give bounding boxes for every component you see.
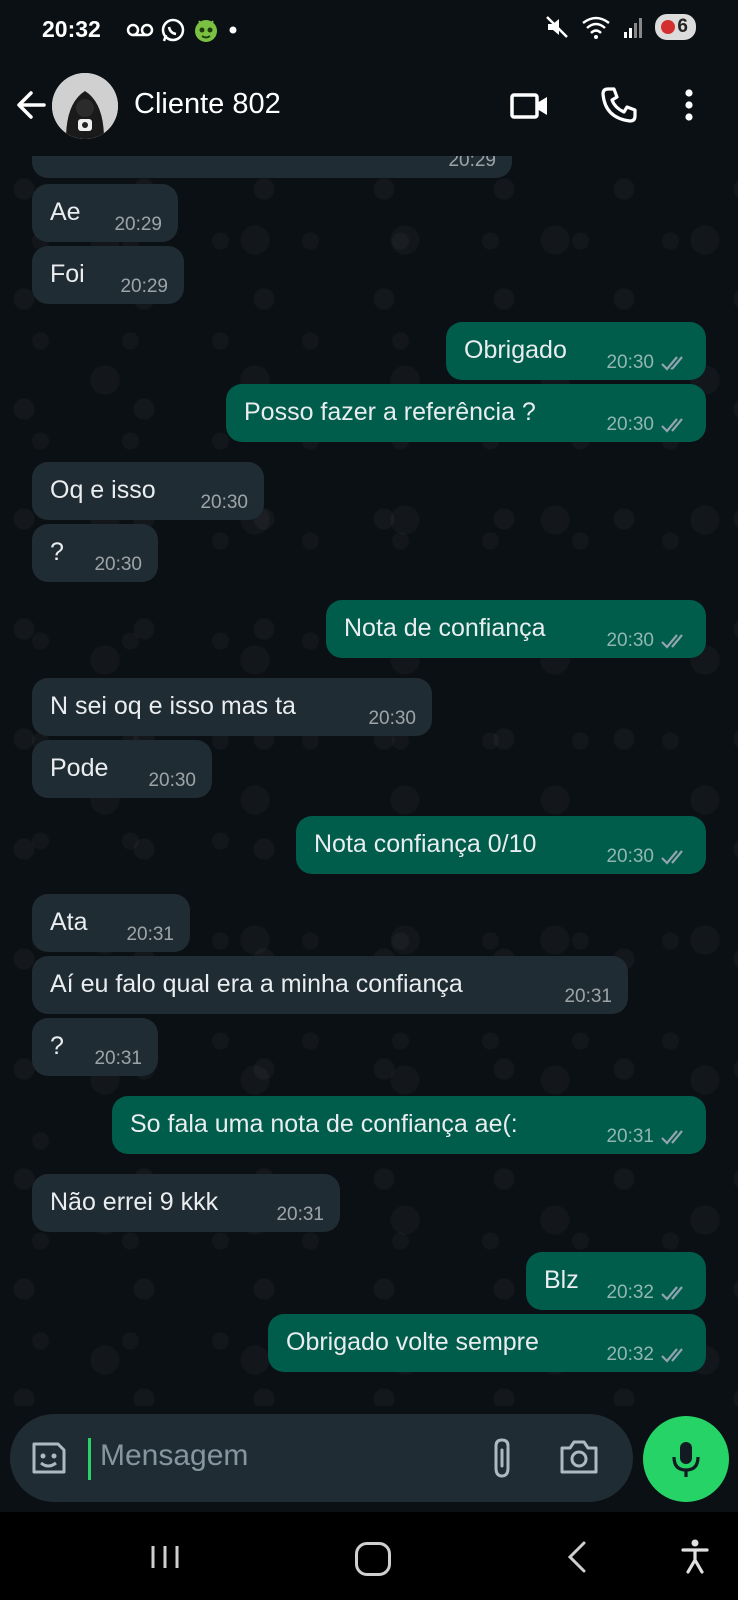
- home-icon[interactable]: [355, 1542, 391, 1576]
- message-bubble-outgoing[interactable]: So fala uma nota de confiança ae(: 20:31: [112, 1096, 706, 1154]
- message-bubble-incoming[interactable]: ? 20:30: [32, 524, 158, 582]
- message-time: 20:30: [606, 414, 654, 435]
- attachment-clip-icon[interactable]: [488, 1436, 518, 1485]
- mute-icon: [546, 16, 569, 38]
- message-time: 20:31: [606, 1126, 654, 1147]
- battery-indicator: 6: [655, 14, 696, 40]
- camera-icon[interactable]: [558, 1438, 600, 1481]
- message-bubble-incoming[interactable]: Pode 20:30: [32, 740, 212, 798]
- message-bubble-outgoing[interactable]: Nota confiança 0/10 20:30: [296, 816, 706, 874]
- message-input[interactable]: Mensagem: [100, 1439, 248, 1473]
- message-bubble-incoming[interactable]: Foi 20:29: [32, 246, 184, 304]
- video-call-icon[interactable]: [510, 90, 550, 127]
- message-bubble-outgoing[interactable]: Obrigado volte sempre 20:32: [268, 1314, 706, 1372]
- message-bubble-incoming[interactable]: Ae 20:29: [32, 184, 178, 242]
- read-ticks-icon: [661, 417, 683, 433]
- voice-record-button[interactable]: [643, 1416, 729, 1502]
- accessibility-icon[interactable]: [680, 1538, 710, 1579]
- message-time: 20:30: [606, 846, 654, 867]
- message-bubble-incoming[interactable]: Ata 20:31: [32, 894, 190, 952]
- message-list[interactable]: 20:29 Ae 20:29 Foi 20:29 Obrigado 20:30 …: [0, 156, 738, 1406]
- message-text: ?: [50, 1032, 64, 1060]
- message-text: Foi: [50, 260, 85, 288]
- message-time: 20:31: [564, 986, 612, 1007]
- wifi-icon: [582, 16, 611, 39]
- message-time: 20:30: [368, 708, 416, 729]
- message-text: Obrigado volte sempre: [286, 1328, 539, 1356]
- message-bubble-incoming[interactable]: Não errei 9 kkk 20:31: [32, 1174, 340, 1232]
- read-ticks-icon: [661, 1285, 683, 1301]
- avatar[interactable]: [52, 73, 118, 139]
- read-ticks-icon: [661, 1347, 683, 1363]
- message-text: Obrigado: [464, 336, 567, 364]
- read-ticks-icon: [661, 1129, 683, 1145]
- chat-header: Cliente 802: [0, 60, 738, 156]
- microphone-icon: [672, 1442, 700, 1477]
- message-time: 20:30: [606, 630, 654, 651]
- message-text: Oq e isso: [50, 476, 156, 504]
- battery-level: 6: [677, 16, 688, 37]
- message-time: 20:31: [126, 924, 174, 945]
- message-text: Ata: [50, 908, 88, 936]
- contact-name[interactable]: Cliente 802: [134, 88, 281, 121]
- message-time: 20:30: [148, 770, 196, 791]
- battery-saver-icon: [661, 20, 676, 34]
- message-text: So fala uma nota de confiança ae(:: [130, 1110, 518, 1138]
- message-text: N sei oq e isso mas ta: [50, 692, 296, 720]
- message-bubble-incoming[interactable]: ? 20:31: [32, 1018, 158, 1076]
- more-options-icon[interactable]: [684, 88, 694, 127]
- message-time: 20:31: [94, 1048, 142, 1069]
- read-ticks-icon: [661, 849, 683, 865]
- system-back-icon[interactable]: [566, 1540, 588, 1579]
- message-bubble-incoming[interactable]: Aí eu falo qual era a minha confiança 20…: [32, 956, 628, 1014]
- message-time: 20:32: [606, 1282, 654, 1303]
- text-cursor: [88, 1438, 91, 1480]
- message-bubble-outgoing[interactable]: Nota de confiança 20:30: [326, 600, 706, 658]
- message-text: Nota confiança 0/10: [314, 830, 537, 858]
- message-time: 20:30: [606, 352, 654, 373]
- message-text: ?: [50, 538, 64, 566]
- alien-icon: [195, 20, 217, 42]
- message-time: 20:31: [276, 1204, 324, 1225]
- signal-icon: [624, 18, 643, 38]
- read-ticks-icon: [661, 355, 683, 371]
- dot-icon: [229, 26, 237, 34]
- message-bubble-incoming[interactable]: 20:29: [32, 156, 512, 178]
- message-text: Posso fazer a referência ?: [244, 398, 536, 426]
- back-arrow-icon[interactable]: [14, 88, 48, 127]
- status-time: 20:32: [42, 16, 101, 42]
- voicemail-icon: [126, 23, 154, 37]
- voice-call-icon[interactable]: [600, 86, 638, 129]
- message-text: Não errei 9 kkk: [50, 1188, 219, 1216]
- sticker-emoji-icon[interactable]: [28, 1438, 68, 1483]
- message-composer: Mensagem: [10, 1414, 633, 1502]
- message-time: 20:29: [120, 276, 168, 297]
- message-bubble-outgoing[interactable]: Obrigado 20:30: [446, 322, 706, 380]
- message-text: Aí eu falo qual era a minha confiança: [50, 970, 463, 998]
- message-text: Ae: [50, 198, 81, 226]
- message-bubble-incoming[interactable]: Oq e isso 20:30: [32, 462, 264, 520]
- recent-apps-icon[interactable]: [150, 1544, 180, 1575]
- message-time: 20:30: [94, 554, 142, 575]
- whatsapp-icon: [161, 18, 185, 42]
- message-text: Blz: [544, 1266, 579, 1294]
- message-text: Pode: [50, 754, 109, 782]
- message-bubble-incoming[interactable]: N sei oq e isso mas ta 20:30: [32, 678, 432, 736]
- message-bubble-outgoing[interactable]: Blz 20:32: [526, 1252, 706, 1310]
- message-text: Nota de confiança: [344, 614, 546, 642]
- system-navigation-bar: [0, 1512, 738, 1600]
- read-ticks-icon: [661, 633, 683, 649]
- status-bar: 20:32 6: [0, 0, 738, 60]
- message-time: 20:29: [448, 156, 496, 171]
- message-time: 20:30: [200, 492, 248, 513]
- message-bubble-outgoing[interactable]: Posso fazer a referência ? 20:30: [226, 384, 706, 442]
- message-time: 20:29: [114, 214, 162, 235]
- message-time: 20:32: [606, 1344, 654, 1365]
